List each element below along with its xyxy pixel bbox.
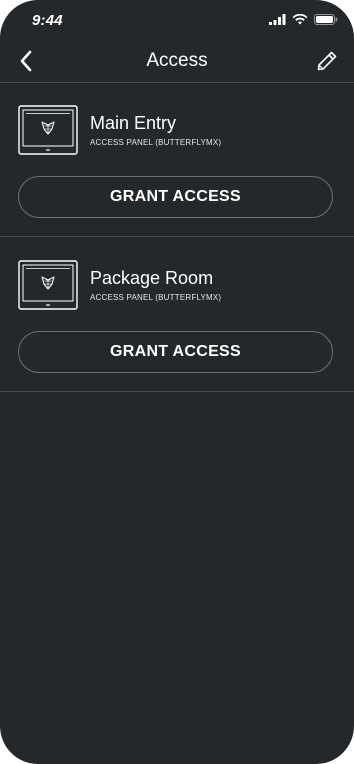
list-item: Main Entry ACCESS PANEL (BUTTERFLYMX) GR… [0, 82, 354, 237]
status-time: 9:44 [32, 12, 63, 29]
list-item: Package Room ACCESS PANEL (BUTTERFLYMX) … [0, 237, 354, 392]
access-panel-icon [18, 260, 78, 310]
panel-name: Main Entry [90, 113, 177, 133]
grant-access-button[interactable]: GRANT ACCESS [18, 176, 333, 218]
status-icons [269, 14, 338, 25]
panel-type: ACCESS PANEL (BUTTERFLYMX) [90, 138, 222, 147]
pencil-icon [317, 51, 337, 71]
access-panel-list: Main Entry ACCESS PANEL (BUTTERFLYMX) GR… [0, 82, 354, 392]
edit-button[interactable] [314, 49, 340, 73]
grant-access-button[interactable]: GRANT ACCESS [18, 331, 333, 373]
signal-icon [269, 14, 286, 25]
access-panel-icon [18, 105, 78, 155]
status-bar: 9:44 [0, 0, 354, 40]
panel-type: ACCESS PANEL (BUTTERFLYMX) [90, 293, 222, 302]
phone-screen: 9:44 Access Main Entry ACCESS PANEL (BUT… [0, 0, 354, 764]
page-title: Access [146, 50, 208, 71]
navigation-bar: Access [0, 40, 354, 83]
wifi-icon [292, 14, 308, 25]
panel-name: Package Room [90, 268, 214, 288]
battery-icon [314, 14, 338, 25]
